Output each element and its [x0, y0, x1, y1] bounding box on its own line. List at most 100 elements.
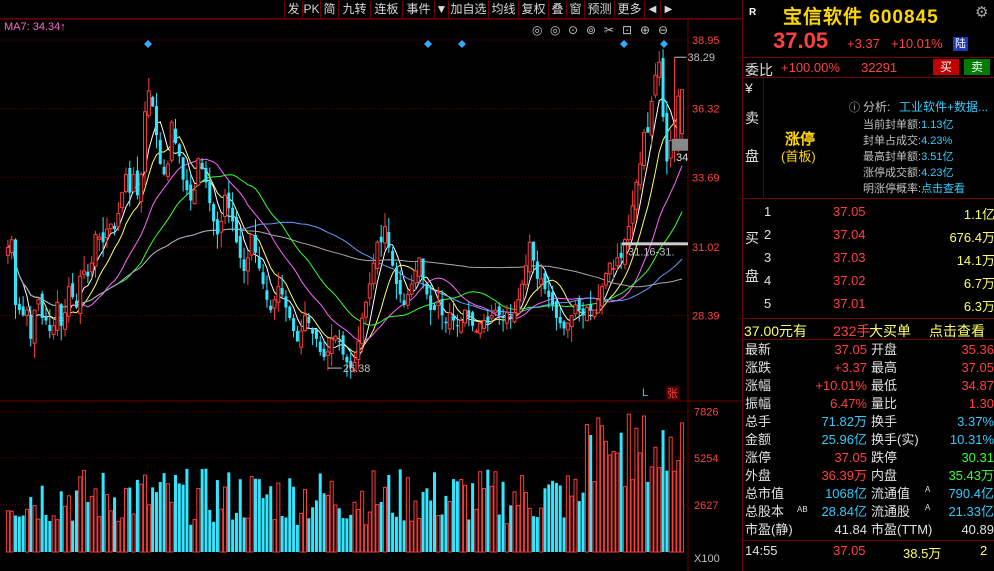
- cut-icon[interactable]: ✂: [604, 23, 614, 37]
- volume-bar: [284, 517, 288, 552]
- settings-icon[interactable]: ◎: [550, 23, 560, 37]
- stat-value: 790.4亿: [948, 486, 994, 501]
- volume-bar: [356, 509, 361, 553]
- bid-volume: 6.7万: [963, 276, 994, 291]
- limit-up-stat-value: 3.51亿: [921, 151, 954, 163]
- volume-bar: [489, 485, 494, 553]
- bid-row[interactable]: 3 37.03 14.1万: [743, 250, 994, 271]
- stat-label: 流通股: [871, 504, 911, 519]
- volume-bar: [360, 490, 365, 553]
- hand-icon[interactable]: ⊙: [568, 23, 578, 37]
- tick-price: 37.05: [833, 543, 866, 558]
- crop-icon[interactable]: ⊡: [622, 23, 632, 37]
- limit-up-stat-label: 当前封单额:: [863, 119, 922, 131]
- volume-bar: [486, 469, 490, 552]
- gap-label: 31.16-31.: [628, 246, 674, 258]
- candle-body: [547, 290, 551, 298]
- volume-bar: [245, 517, 250, 553]
- candle-body: [543, 273, 547, 290]
- stat-label: 最低: [871, 378, 898, 393]
- candle-body: [123, 173, 128, 193]
- volume-bar: [139, 483, 144, 553]
- volume-bar: [569, 495, 574, 553]
- candle-body: [375, 241, 380, 270]
- stat-label: 换手: [871, 414, 898, 429]
- eye-icon[interactable]: ◎: [532, 23, 542, 37]
- candle-body: [520, 283, 525, 302]
- candle-body: [48, 324, 52, 332]
- ma7-label: MA7: 34.34↑: [4, 21, 66, 33]
- volume-bar: [288, 478, 292, 552]
- weibi-volume: 32291: [861, 60, 898, 75]
- price-change-pct: +10.01%: [891, 36, 943, 51]
- candle-body: [223, 194, 228, 217]
- stat-value: +3.37: [834, 360, 867, 375]
- bid-row[interactable]: 2 37.04 676.4万: [743, 227, 994, 248]
- candle-body: [447, 312, 452, 330]
- bid-level: 2: [764, 227, 772, 242]
- sell-button[interactable]: 卖: [964, 59, 990, 75]
- volume-bar: [89, 495, 94, 553]
- stat-value: 3.37%: [957, 414, 994, 429]
- price-marker-box: [672, 138, 688, 151]
- bid-row[interactable]: 5 37.01 6.3万: [743, 296, 994, 317]
- volume-bar: [402, 520, 406, 552]
- bid-row[interactable]: 1 37.05 1.1亿: [743, 204, 994, 225]
- bid-price: 37.03: [833, 250, 866, 265]
- gap-zone: [622, 242, 688, 246]
- current-price: 37.05: [773, 28, 829, 53]
- gear-icon[interactable]: ⚙: [975, 3, 988, 21]
- tick-row: 14:55 37.05 38.5万 2: [743, 543, 994, 561]
- big-order-link[interactable]: 点击查看: [929, 321, 985, 341]
- volume-bar: [265, 494, 269, 552]
- candle-body: [238, 236, 242, 258]
- volume-bar: [212, 521, 216, 552]
- volume-bar: [143, 474, 148, 553]
- stat-label: 总市值: [745, 486, 785, 501]
- limit-up-stat-label: 明涨停概率:: [863, 183, 922, 195]
- volume-bar: [223, 486, 228, 553]
- limit-up-stat[interactable]: 明涨停概率:点击查看: [863, 180, 965, 196]
- kline-chart[interactable]: 38.95 36.32 33.69 31.02 28.39 7826 5254 2627 X10…: [0, 0, 742, 571]
- analysis-link[interactable]: 工业软件+数据...: [899, 98, 988, 115]
- candle-body: [482, 320, 487, 329]
- candle-body: [295, 330, 299, 342]
- candle-body: [577, 299, 581, 311]
- volume-bar: [600, 425, 605, 553]
- candle-body: [433, 305, 437, 311]
- event-marker-icon: [144, 40, 152, 48]
- candle-body: [104, 228, 109, 239]
- volume-bar: [215, 480, 219, 552]
- remove-icon[interactable]: ⊖: [658, 23, 668, 37]
- candle-body: [36, 299, 41, 305]
- volume-bar: [165, 483, 170, 553]
- volume-bar: [501, 481, 505, 552]
- volume-bar: [257, 479, 261, 552]
- limit-up-stat-value[interactable]: 点击查看: [921, 183, 965, 195]
- candle-body: [382, 226, 387, 244]
- volume-bar: [626, 413, 631, 553]
- info-icon[interactable]: ⓘ: [849, 99, 860, 115]
- board-tag: 陆: [953, 37, 968, 51]
- candle-body: [181, 157, 185, 180]
- stat-label: 金额: [745, 432, 772, 447]
- volume-bar: [551, 480, 555, 552]
- buy-button[interactable]: 买: [933, 59, 959, 75]
- volume-bar: [375, 504, 380, 553]
- candle-body: [154, 106, 158, 136]
- add-icon[interactable]: ⊕: [640, 23, 650, 37]
- candle-body: [462, 309, 467, 324]
- pin-icon[interactable]: ⊚: [586, 23, 596, 37]
- volume-bar: [672, 470, 677, 553]
- limit-up-stat-value: 4.23%: [921, 135, 953, 147]
- stat-value: 25.96亿: [821, 432, 867, 447]
- candle-body: [219, 220, 224, 233]
- volume-bar: [634, 427, 639, 553]
- candle-body: [44, 317, 48, 321]
- volume-bar: [425, 488, 429, 552]
- bid-row[interactable]: 4 37.02 6.7万: [743, 273, 994, 294]
- volume-bar: [665, 470, 669, 552]
- candle-body: [371, 262, 376, 285]
- candle-body: [573, 304, 578, 315]
- volume-bar: [40, 485, 44, 552]
